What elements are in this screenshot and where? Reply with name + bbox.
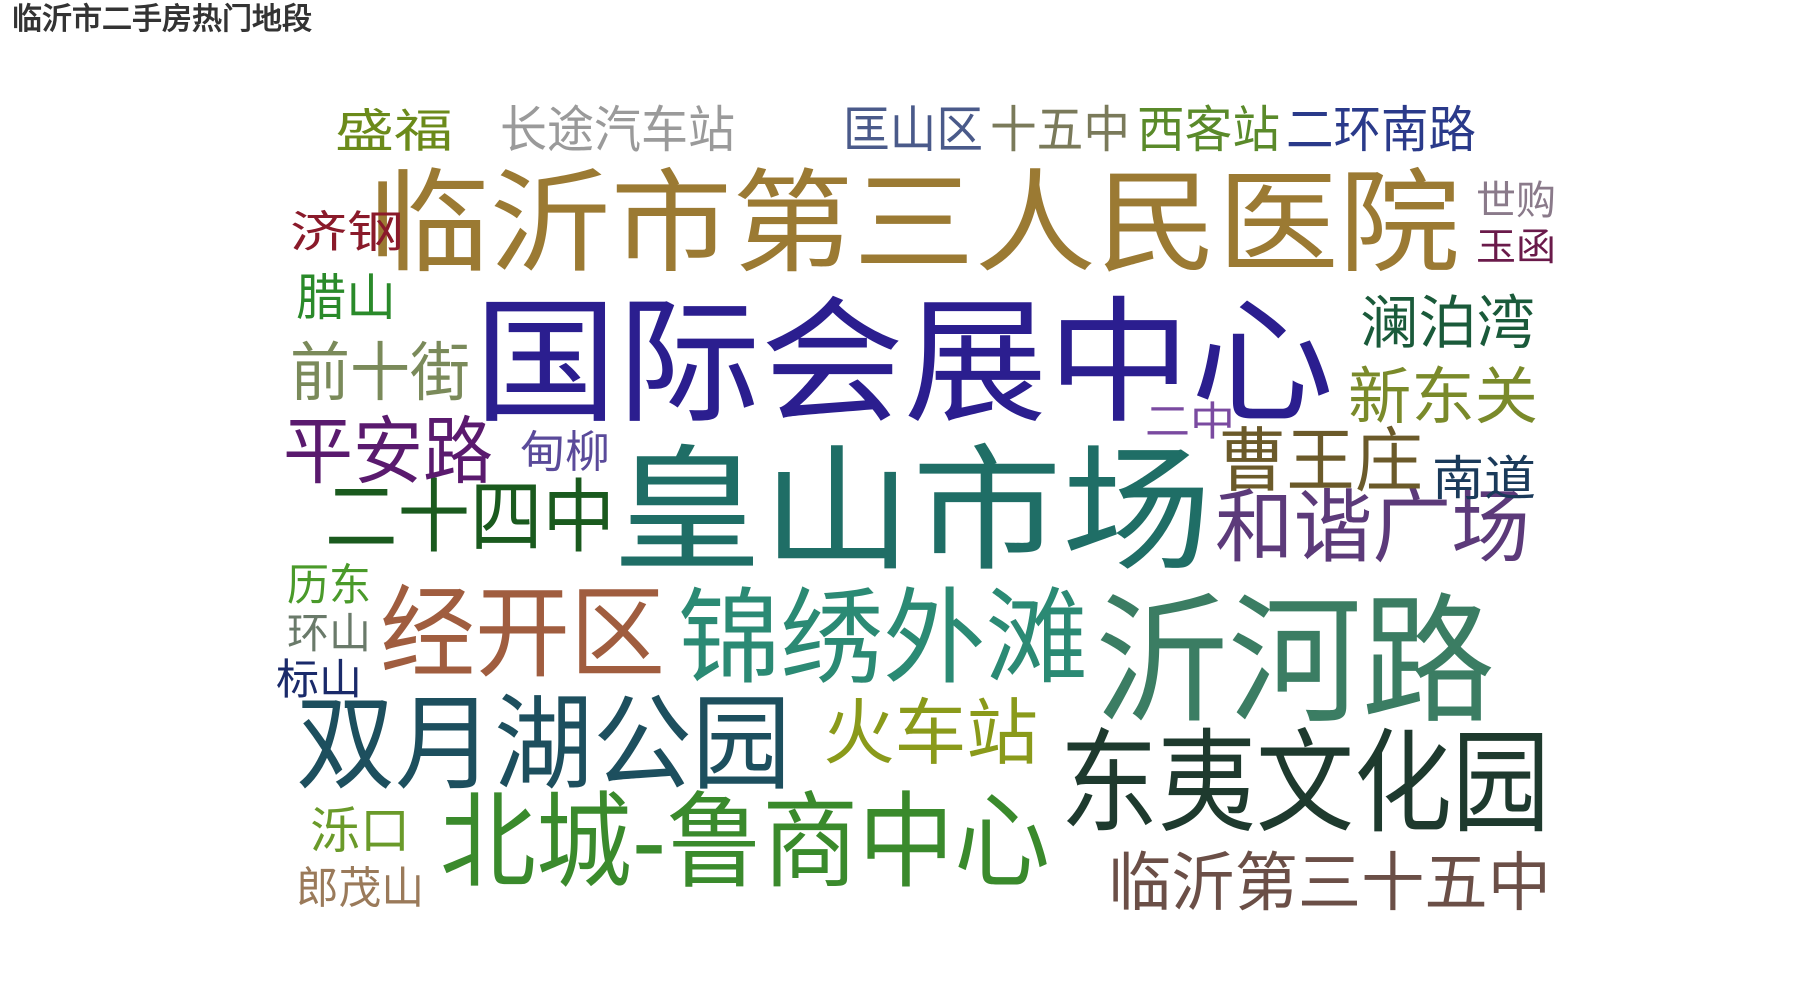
word-cloud: 临沂市第三人民医院国际会展中心皇山市场沂河路东夷文化园北城-鲁商中心双月湖公园锦… — [276, 101, 1556, 921]
word-20: 二环南路 — [1286, 101, 1476, 159]
word-5: 东夷文化园 — [1060, 719, 1550, 849]
word-25: 腊山 — [296, 269, 396, 327]
word-36: 郎茂山 — [296, 863, 424, 914]
word-21: 匡山区 — [843, 101, 983, 159]
word-14: 火车站 — [823, 691, 1038, 775]
word-8: 锦绣外滩 — [678, 577, 1088, 699]
word-29: 济钢 — [290, 207, 404, 258]
word-33: 环山 — [287, 609, 371, 658]
word-23: 西客站 — [1137, 101, 1280, 159]
word-35: 泺口 — [310, 802, 410, 860]
word-3: 皇山市场 — [612, 433, 1212, 591]
word-28: 二中 — [1145, 399, 1235, 445]
word-17: 前十街 — [290, 337, 470, 411]
word-34: 标山 — [276, 655, 362, 704]
word-19: 长途汽车站 — [500, 101, 735, 159]
word-30: 世购 — [1476, 178, 1556, 224]
word-12: 临沂第三十五中 — [1108, 847, 1551, 921]
word-7: 双月湖公园 — [296, 683, 791, 805]
word-26: 南道 — [1432, 451, 1536, 507]
word-1: 临沂市第三人民医院 — [368, 159, 1460, 289]
word-24: 盛福 — [335, 104, 453, 158]
word-22: 十五中 — [990, 101, 1130, 159]
word-32: 历东 — [287, 560, 371, 611]
word-16: 新东关 — [1348, 360, 1538, 433]
word-18: 澜泊湾 — [1360, 289, 1535, 357]
word-15: 平安路 — [283, 409, 493, 495]
word-31: 玉函 — [1476, 225, 1556, 269]
word-27: 甸柳 — [520, 427, 610, 478]
word-9: 经开区 — [380, 575, 665, 692]
